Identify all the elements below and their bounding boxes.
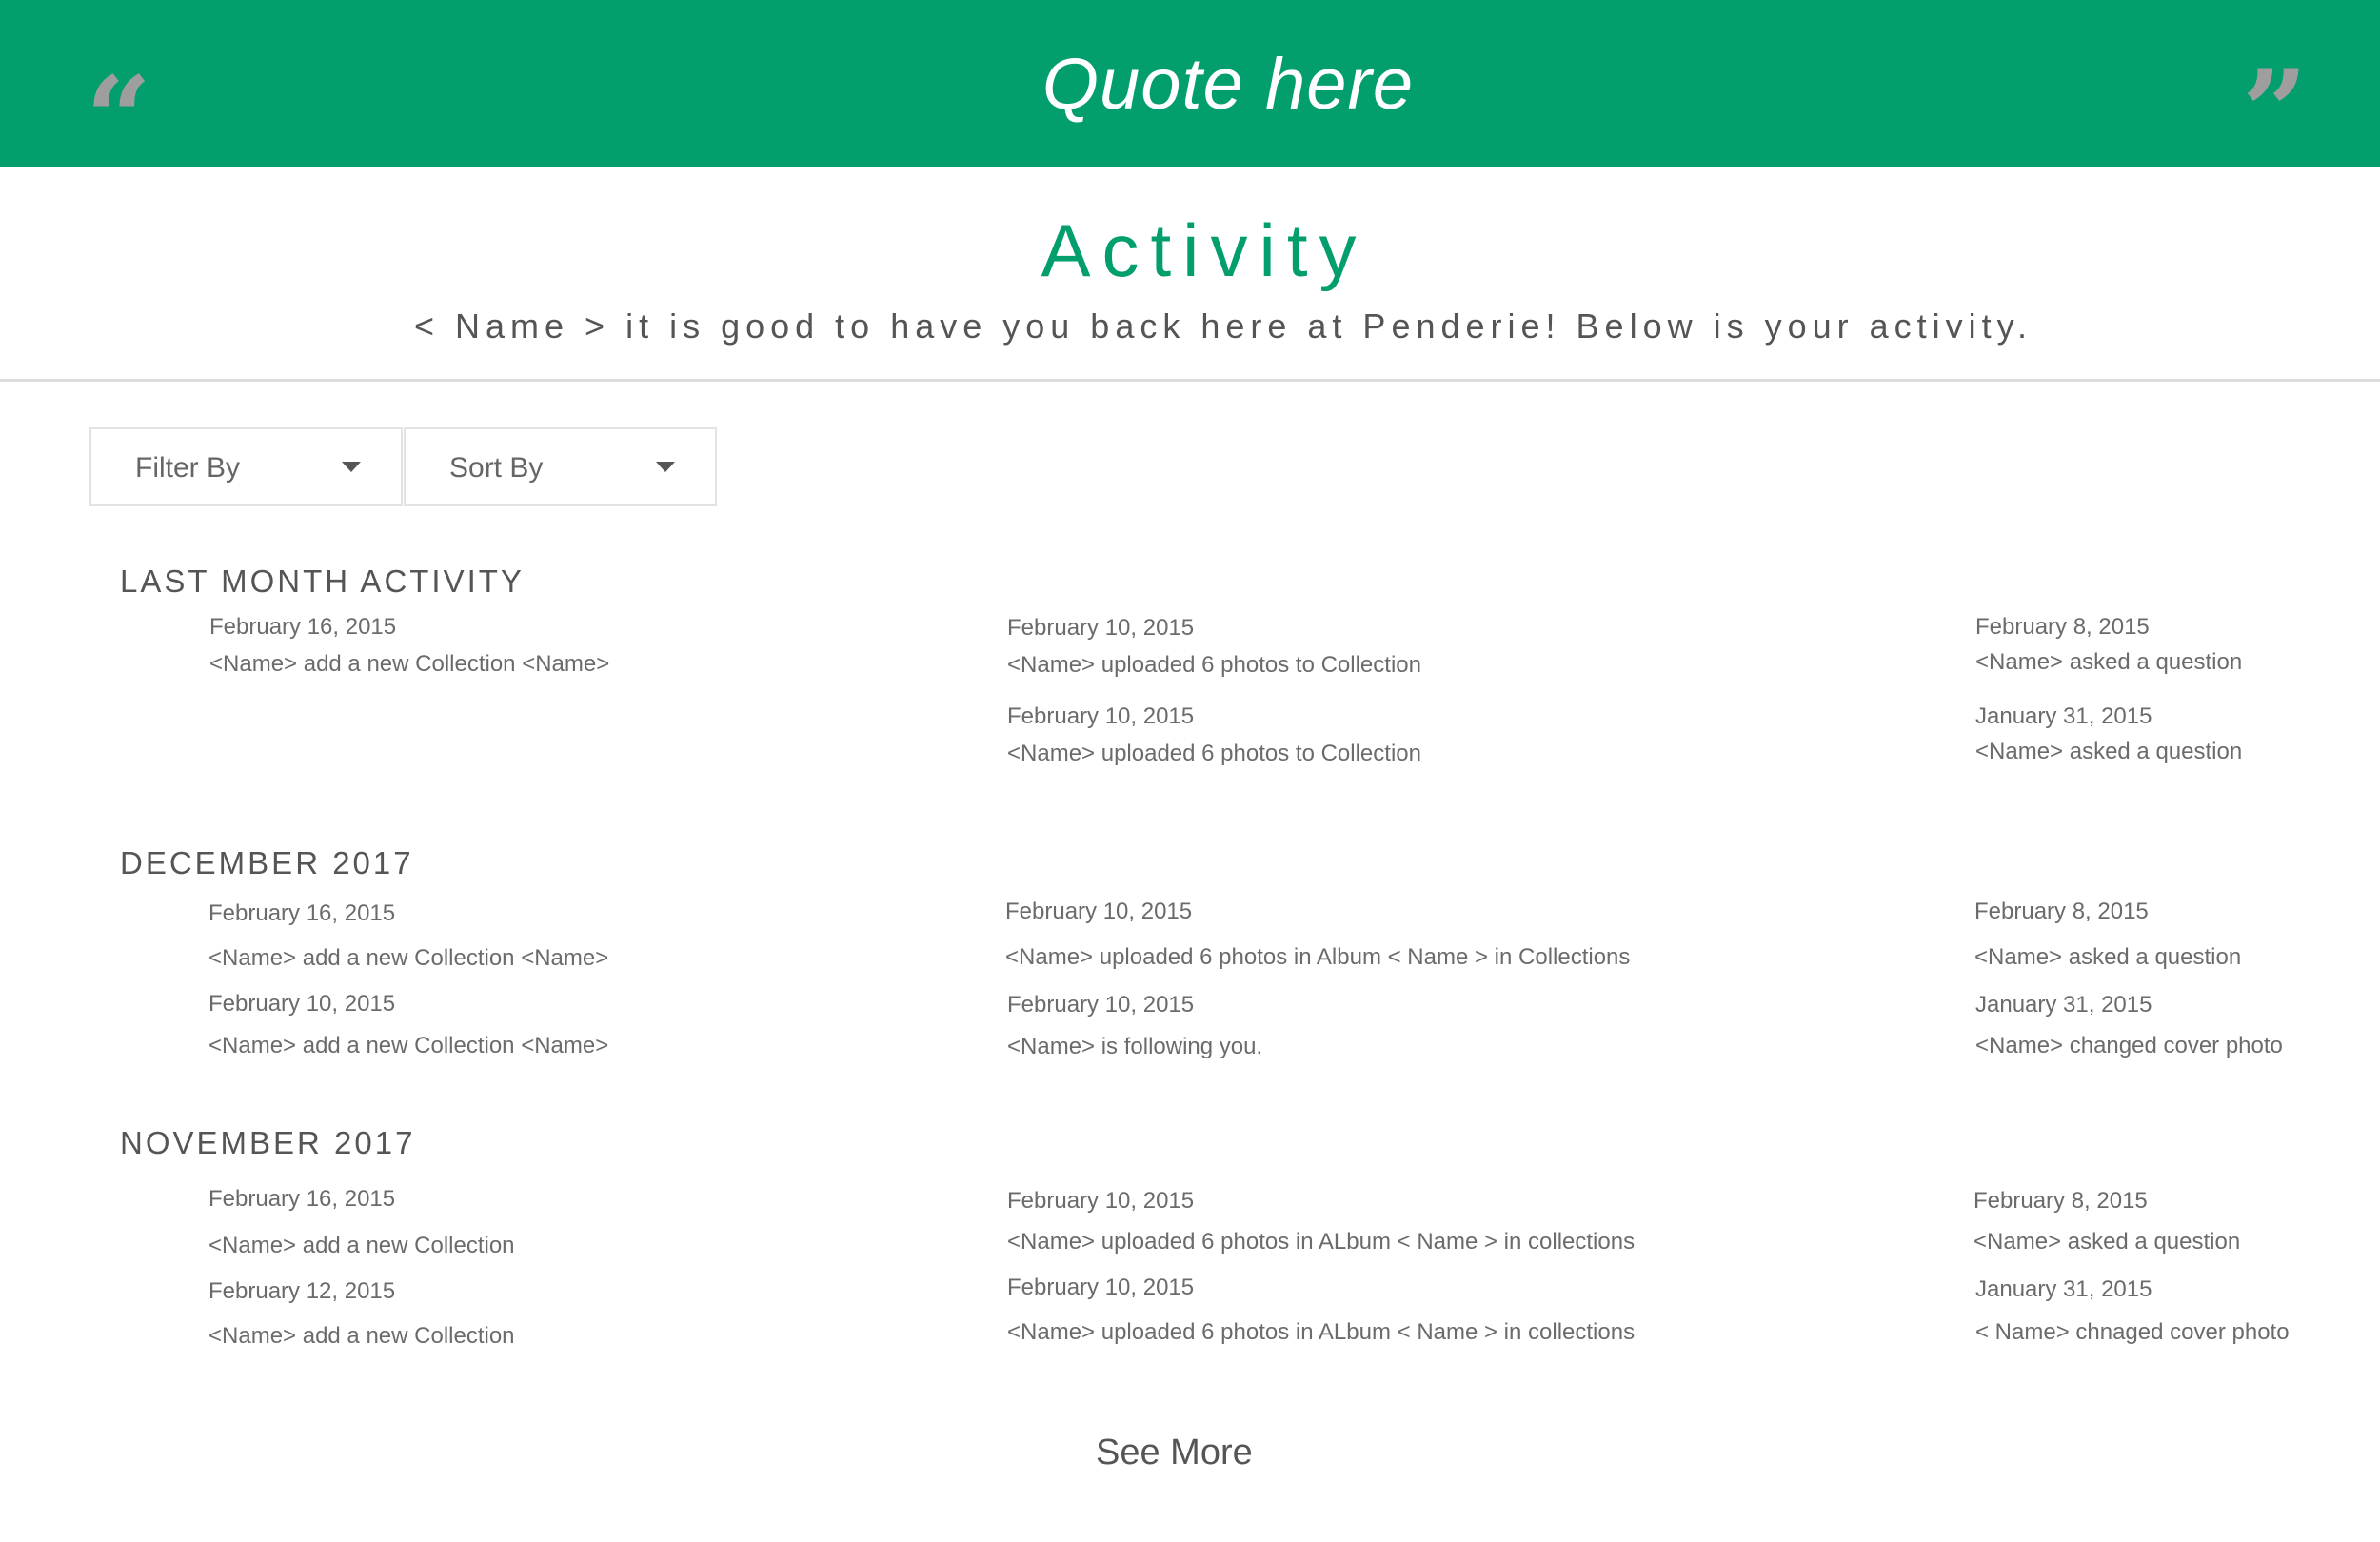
activity-description: < Name> chnaged cover photo xyxy=(1975,1318,2290,1345)
caret-down-icon xyxy=(656,462,675,472)
activity-entry: February 16, 2015 <Name> add a new Colle… xyxy=(208,900,608,973)
activity-entry: February 10, 2015 <Name> uploaded 6 phot… xyxy=(1007,1188,1635,1256)
activity-entry: January 31, 2015 < Name> chnaged cover p… xyxy=(1975,1276,2290,1347)
activity-description: <Name> uploaded 6 photos to Collection xyxy=(1007,740,1421,766)
activity-date: February 16, 2015 xyxy=(208,1186,396,1212)
activity-description: <Name> uploaded 6 photos in Album < Name… xyxy=(1005,943,1631,970)
activity-description: <Name> add a new Collection xyxy=(208,1232,515,1258)
activity-date: February 16, 2015 xyxy=(209,614,397,640)
sort-by-dropdown[interactable]: Sort By xyxy=(404,427,717,506)
activity-description: <Name> uploaded 6 photos in ALbum < Name… xyxy=(1007,1228,1636,1255)
welcome-subtitle: < Name > it is good to have you back her… xyxy=(414,306,2033,346)
activity-entry: February 10, 2015 <Name> uploaded 6 phot… xyxy=(1007,1275,1635,1347)
see-more-link[interactable]: See More xyxy=(1096,1433,1253,1473)
activity-date: January 31, 2015 xyxy=(1975,703,2152,729)
activity-date: February 16, 2015 xyxy=(208,900,396,926)
activity-description: <Name> uploaded 6 photos in ALbum < Name… xyxy=(1007,1318,1636,1345)
header-divider xyxy=(0,379,2380,382)
activity-description: <Name> add a new Collection xyxy=(208,1322,515,1349)
sort-by-label: Sort By xyxy=(449,452,544,484)
activity-entry: February 8, 2015 <Name> asked a question xyxy=(1973,1188,2240,1256)
activity-description: <Name> asked a question xyxy=(1974,943,2242,970)
activity-description: <Name> add a new Collection <Name> xyxy=(208,944,609,971)
banner-quote-text: Quote here xyxy=(1041,44,1415,125)
section-title: LAST MONTH ACTIVITY xyxy=(120,563,525,599)
activity-date: February 12, 2015 xyxy=(208,1278,396,1304)
activity-date: February 10, 2015 xyxy=(1007,1275,1195,1300)
activity-entry: January 31, 2015 <Name> asked a question xyxy=(1975,703,2242,766)
activity-description: <Name> asked a question xyxy=(1973,1228,2241,1255)
close-quote-icon: ” xyxy=(2242,45,2309,179)
activity-entry: February 16, 2015 <Name> add a new Colle… xyxy=(208,1186,515,1260)
section-title: DECEMBER 2017 xyxy=(120,845,414,880)
activity-date: February 10, 2015 xyxy=(1007,615,1195,641)
activity-date: February 10, 2015 xyxy=(1005,899,1193,924)
caret-down-icon xyxy=(342,462,361,472)
section-title: NOVEMBER 2017 xyxy=(120,1125,416,1160)
activity-entry: February 16, 2015 <Name> add a new Colle… xyxy=(209,614,609,679)
activity-description: <Name> asked a question xyxy=(1975,738,2243,764)
activity-description: <Name> add a new Collection <Name> xyxy=(208,1032,609,1058)
activity-entry: February 10, 2015 <Name> add a new Colle… xyxy=(208,991,608,1060)
filter-by-dropdown[interactable]: Filter By xyxy=(89,427,403,506)
activity-date: February 10, 2015 xyxy=(1007,703,1195,729)
activity-date: February 10, 2015 xyxy=(1007,992,1195,1018)
activity-date: February 10, 2015 xyxy=(208,991,396,1017)
activity-date: January 31, 2015 xyxy=(1975,992,2152,1018)
activity-entry: February 12, 2015 <Name> add a new Colle… xyxy=(208,1278,515,1351)
activity-description: <Name> add a new Collection <Name> xyxy=(209,650,610,677)
activity-entry: February 10, 2015 <Name> uploaded 6 phot… xyxy=(1007,703,1421,768)
activity-date: February 8, 2015 xyxy=(1975,614,2150,640)
activity-entry: February 8, 2015 <Name> asked a question xyxy=(1975,614,2242,677)
activity-date: February 8, 2015 xyxy=(1974,899,2149,924)
activity-entry: February 10, 2015 <Name> uploaded 6 phot… xyxy=(1005,899,1630,972)
activity-date: January 31, 2015 xyxy=(1975,1276,2152,1302)
activity-description: <Name> changed cover photo xyxy=(1975,1032,2283,1058)
activity-date: February 8, 2015 xyxy=(1973,1188,2148,1214)
filter-by-label: Filter By xyxy=(135,452,241,484)
activity-entry: February 10, 2015 <Name> is following yo… xyxy=(1007,992,1262,1061)
quote-banner: “ Quote here ” xyxy=(0,0,2380,179)
activity-date: February 10, 2015 xyxy=(1007,1188,1195,1214)
page-title: Activity xyxy=(1041,208,1368,292)
activity-entry: February 8, 2015 <Name> asked a question xyxy=(1974,899,2241,972)
activity-description: <Name> is following you. xyxy=(1007,1033,1263,1059)
activity-entry: February 10, 2015 <Name> uploaded 6 phot… xyxy=(1007,615,1421,680)
activity-description: <Name> asked a question xyxy=(1975,648,2243,675)
activity-description: <Name> uploaded 6 photos to Collection xyxy=(1007,651,1421,678)
activity-entry: January 31, 2015 <Name> changed cover ph… xyxy=(1975,992,2283,1060)
